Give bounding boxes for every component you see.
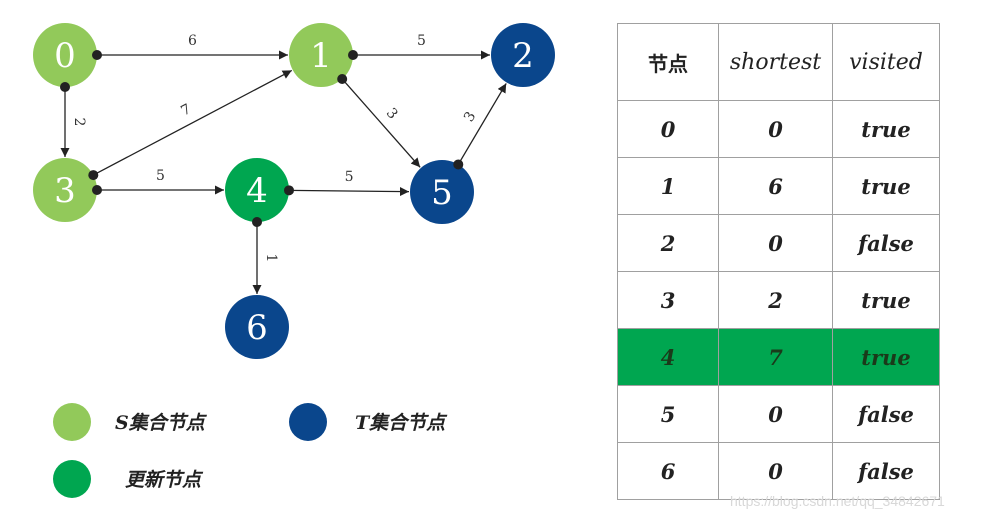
header-node: 节点 bbox=[617, 23, 719, 101]
graph-node-6: 6 bbox=[225, 295, 289, 359]
graph-diagram: 6 5 2 7 3 3 5 5 1 0 1 2 3 4 5 6 S集合节点 T集合节点 更新节点 bbox=[33, 23, 555, 498]
edge-start-dot bbox=[453, 159, 464, 170]
edge-4-6: 1 bbox=[252, 222, 279, 294]
cell-node: 3 bbox=[617, 271, 719, 329]
table-header-row: 节点 shortest visited bbox=[617, 23, 940, 101]
table-row: 6 0 false bbox=[617, 442, 940, 500]
legend-label-t-set: T集合节点 bbox=[355, 412, 448, 434]
cell-node: 4 bbox=[617, 328, 719, 386]
legend-swatch-t-set bbox=[289, 403, 327, 441]
cell-visited: false bbox=[832, 214, 940, 272]
legend-item-updated: 更新节点 bbox=[53, 460, 204, 498]
cell-node: 2 bbox=[617, 214, 719, 272]
cell-visited: false bbox=[832, 442, 940, 500]
node-label: 4 bbox=[246, 171, 268, 211]
graph-node-5: 5 bbox=[410, 160, 474, 224]
edge-0-3: 2 bbox=[60, 87, 87, 157]
cell-shortest: 7 bbox=[718, 328, 833, 386]
node-label: 2 bbox=[512, 36, 534, 76]
table-row: 1 6 true bbox=[617, 157, 940, 215]
edge-3-4: 5 bbox=[97, 168, 224, 195]
graph-node-3: 3 bbox=[33, 158, 97, 222]
edge-1-2: 5 bbox=[353, 33, 490, 60]
legend-label-s-set: S集合节点 bbox=[115, 412, 208, 434]
edge-4-5: 5 bbox=[288, 169, 410, 197]
edge-weight-label: 1 bbox=[263, 254, 279, 263]
edge-weight-label: 7 bbox=[178, 101, 193, 119]
legend-label-updated: 更新节点 bbox=[125, 469, 204, 491]
cell-node: 1 bbox=[617, 157, 719, 215]
legend-swatch-updated bbox=[53, 460, 91, 498]
edge-weight-label: 6 bbox=[188, 33, 197, 49]
edge-start-dot bbox=[92, 50, 102, 60]
cell-shortest: 0 bbox=[718, 214, 833, 272]
edge-start-dot bbox=[348, 50, 358, 60]
cell-node: 5 bbox=[617, 385, 719, 443]
table-row: 0 0 true bbox=[617, 100, 940, 158]
node-label: 1 bbox=[310, 36, 332, 76]
edge-line bbox=[341, 78, 421, 168]
cell-shortest: 0 bbox=[718, 100, 833, 158]
cell-shortest: 0 bbox=[718, 385, 833, 443]
edge-weight-label: 3 bbox=[461, 109, 479, 125]
edge-0-1: 6 bbox=[97, 33, 288, 60]
dijkstra-state-table: 节点 shortest visited 0 0 true 1 6 true 2 0 false 3… bbox=[617, 23, 940, 500]
cell-visited: true bbox=[832, 328, 940, 386]
cell-visited: false bbox=[832, 385, 940, 443]
cell-visited: true bbox=[832, 157, 940, 215]
edge-5-2: 3 bbox=[457, 83, 507, 165]
node-label: 5 bbox=[431, 173, 453, 213]
graph-node-4: 4 bbox=[225, 158, 289, 222]
edge-weight-label: 2 bbox=[71, 118, 87, 127]
table-row: 3 2 true bbox=[617, 271, 940, 329]
graph-node-2: 2 bbox=[491, 23, 555, 87]
table-row: 4 7 true bbox=[617, 328, 940, 386]
legend: S集合节点 T集合节点 更新节点 bbox=[53, 403, 448, 498]
cell-visited: true bbox=[832, 100, 940, 158]
cell-shortest: 0 bbox=[718, 442, 833, 500]
header-shortest: shortest bbox=[718, 23, 833, 101]
cell-visited: true bbox=[832, 271, 940, 329]
cell-shortest: 2 bbox=[718, 271, 833, 329]
edge-1-5: 3 bbox=[341, 78, 421, 168]
edge-weight-label: 5 bbox=[345, 169, 354, 185]
edge-start-dot bbox=[283, 185, 294, 196]
legend-item-t-set: T集合节点 bbox=[289, 403, 448, 441]
edge-start-dot bbox=[92, 185, 102, 195]
graph-node-0: 0 bbox=[33, 23, 97, 87]
edge-line bbox=[457, 83, 507, 165]
edge-start-dot bbox=[88, 170, 99, 181]
header-visited: visited bbox=[832, 23, 940, 101]
node-label: 0 bbox=[54, 36, 76, 76]
legend-item-s-set: S集合节点 bbox=[53, 403, 208, 441]
table-row: 2 0 false bbox=[617, 214, 940, 272]
legend-swatch-s-set bbox=[53, 403, 91, 441]
node-label: 6 bbox=[246, 308, 268, 348]
edge-line bbox=[288, 186, 410, 197]
watermark: https://blog.csdn.net/qq_34842671 bbox=[730, 493, 945, 509]
edge-weight-label: 5 bbox=[417, 33, 426, 49]
cell-shortest: 6 bbox=[718, 157, 833, 215]
edge-start-dot bbox=[337, 73, 348, 84]
edge-weight-label: 3 bbox=[383, 105, 401, 122]
edge-start-dot bbox=[60, 82, 70, 92]
node-label: 3 bbox=[54, 171, 76, 211]
edge-start-dot bbox=[252, 217, 262, 227]
cell-node: 6 bbox=[617, 442, 719, 500]
table-row: 5 0 false bbox=[617, 385, 940, 443]
edge-weight-label: 5 bbox=[156, 168, 165, 184]
cell-node: 0 bbox=[617, 100, 719, 158]
